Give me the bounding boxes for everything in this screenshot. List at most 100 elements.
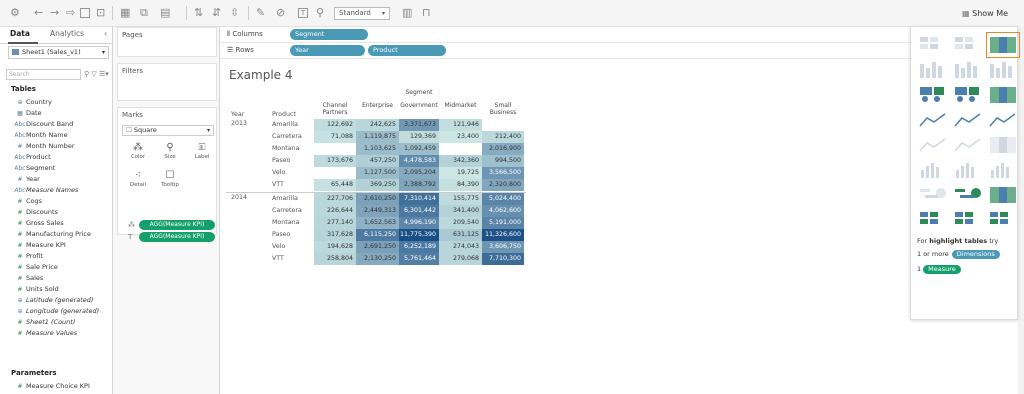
save-icon[interactable] — [80, 8, 90, 18]
field-item[interactable]: # Manufacturing Price — [14, 229, 112, 240]
table-cell[interactable]: 2,320,800 — [482, 179, 524, 191]
line-discrete-icon[interactable] — [952, 133, 984, 157]
table-cell[interactable]: 2,449,313 — [356, 205, 399, 217]
field-item[interactable]: # Year — [14, 174, 112, 185]
table-cell[interactable]: 71,088 — [314, 131, 356, 143]
table-cell[interactable]: 274,043 — [439, 241, 482, 253]
group-icon[interactable]: ⊘ — [276, 6, 285, 20]
collapse-icon[interactable]: ‹ — [104, 29, 107, 38]
filters-card[interactable]: Filters — [117, 63, 217, 101]
search-input[interactable]: Search — [6, 69, 81, 80]
table-cell[interactable]: 317,628 — [314, 229, 356, 241]
histogram-icon[interactable] — [952, 183, 984, 207]
gantt-chart-icon[interactable] — [917, 208, 949, 232]
table-cell[interactable]: 277,140 — [314, 217, 356, 229]
table-cell[interactable]: 3,606,750 — [482, 241, 524, 253]
table-cell[interactable]: 209,540 — [439, 217, 482, 229]
detail-button[interactable]: ⁖ Detail — [124, 170, 152, 194]
table-cell[interactable]: 11,326,600 — [482, 229, 524, 241]
show-cards-icon[interactable]: ▥ — [402, 6, 412, 20]
table-cell[interactable]: 122,692 — [314, 119, 356, 131]
filled-map-icon[interactable] — [952, 58, 984, 82]
side-by-side-bars-icon[interactable] — [987, 83, 1019, 107]
new-datasource-icon[interactable]: ⊡ — [96, 6, 105, 20]
pages-card[interactable]: Pages — [117, 27, 217, 57]
field-item[interactable]: # Profit — [14, 251, 112, 262]
table-cell[interactable] — [314, 143, 356, 155]
table-cell[interactable]: 6,301,442 — [399, 205, 439, 217]
table-cell[interactable]: 23,400 — [439, 131, 482, 143]
swap-icon[interactable]: ⇅ — [194, 6, 203, 20]
table-cell[interactable]: 4,062,600 — [482, 205, 524, 217]
area-discrete-icon[interactable] — [952, 158, 984, 182]
search-icon[interactable]: ⚲ — [84, 70, 89, 78]
table-cell[interactable]: 2,016,900 — [482, 143, 524, 155]
table-cell[interactable]: 5,191,000 — [482, 217, 524, 229]
sort-descending-icon[interactable]: ⇳ — [230, 6, 239, 20]
show-me-button[interactable]: ▦ Show Me — [958, 6, 1012, 21]
forward-icon[interactable]: → — [50, 6, 59, 20]
table-cell[interactable]: 226,644 — [314, 205, 356, 217]
table-cell[interactable]: 242,625 — [356, 119, 399, 131]
table-cell[interactable]: 279,068 — [439, 253, 482, 265]
field-item[interactable]: AbcMeasure Names — [14, 185, 112, 196]
field-item[interactable]: ⊕ Latitude (generated) — [14, 295, 112, 306]
redo-icon[interactable]: ⇨ — [66, 6, 75, 20]
table-cell[interactable]: 2,095,204 — [399, 167, 439, 179]
field-item[interactable]: AbcProduct — [14, 152, 112, 163]
table-cell[interactable]: 341,400 — [439, 205, 482, 217]
label-button[interactable]: 🗉 Label — [188, 142, 216, 166]
side-by-side-circles-icon[interactable] — [987, 108, 1019, 132]
table-cell[interactable]: 19,725 — [439, 167, 482, 179]
highlight-icon[interactable]: ✎ — [256, 6, 265, 20]
table-cell[interactable]: 1,119,875 — [356, 131, 399, 143]
field-item[interactable]: # Month Number — [14, 141, 112, 152]
back-icon[interactable]: ← — [34, 6, 43, 20]
datasource-select[interactable]: Sheet1 (Sales_v1) ▾ — [8, 46, 109, 59]
table-cell[interactable]: 6,115,250 — [356, 229, 399, 241]
color-button[interactable]: ⁂ Color — [124, 142, 152, 166]
field-item[interactable]: # Sale Price — [14, 262, 112, 273]
field-item[interactable]: # Discounts — [14, 207, 112, 218]
heat-map-icon[interactable] — [952, 33, 984, 57]
parameter-item[interactable]: # Measure Choice KPI — [14, 381, 89, 392]
highlight-table-icon[interactable] — [986, 32, 1020, 58]
table-cell[interactable]: 194,628 — [314, 241, 356, 253]
field-item[interactable]: # Sheet1 (Count) — [14, 317, 112, 328]
field-item[interactable]: AbcDiscount Band — [14, 119, 112, 130]
field-item[interactable]: # Units Sold — [14, 284, 112, 295]
treemap-icon[interactable] — [917, 108, 949, 132]
product-pill[interactable]: Product — [368, 45, 446, 56]
field-item[interactable]: # Measure KPI — [14, 240, 112, 251]
measure-pill[interactable]: AGG(Measure KPI) — [139, 220, 215, 230]
table-cell[interactable]: 155,775 — [439, 193, 482, 205]
sort-ascending-icon[interactable]: ⇵ — [212, 6, 221, 20]
pin-icon[interactable]: ⚲ — [316, 6, 324, 20]
table-cell[interactable]: 3,566,500 — [482, 167, 524, 179]
box-whisker-icon[interactable] — [987, 183, 1019, 207]
stacked-bars-icon[interactable] — [952, 83, 984, 107]
rows-shelf[interactable]: ☰ Rows Year Product — [220, 43, 910, 59]
tab-analytics[interactable]: Analytics — [50, 29, 84, 41]
field-item[interactable]: ⊕ Longitude (generated) — [14, 306, 112, 317]
horizontal-bars-icon[interactable] — [917, 83, 949, 107]
labels-icon[interactable]: T — [298, 8, 308, 18]
table-cell[interactable]: 258,804 — [314, 253, 356, 265]
table-cell[interactable]: 3,371,673 — [399, 119, 439, 131]
table-cell[interactable]: 84,390 — [439, 179, 482, 191]
line-continuous-icon[interactable] — [917, 133, 949, 157]
segment-pill[interactable]: Segment — [290, 29, 368, 40]
tab-data[interactable]: Data — [10, 29, 30, 41]
fit-select[interactable]: Standard ▾ — [334, 7, 390, 20]
table-cell[interactable]: 121,946 — [439, 119, 482, 131]
table-cell[interactable]: 1,652,563 — [356, 217, 399, 229]
table-cell[interactable]: 7,710,300 — [482, 253, 524, 265]
circle-view-icon[interactable] — [952, 108, 984, 132]
table-cell[interactable]: 2,691,250 — [356, 241, 399, 253]
field-item[interactable]: # Cogs — [14, 196, 112, 207]
table-cell[interactable]: 4,478,583 — [399, 155, 439, 167]
mark-type-select[interactable]: ☐ Square ▾ — [122, 125, 214, 136]
clear-icon[interactable]: ▤ — [160, 6, 170, 20]
dual-line-icon[interactable] — [987, 133, 1019, 157]
table-cell[interactable]: 631,125 — [439, 229, 482, 241]
